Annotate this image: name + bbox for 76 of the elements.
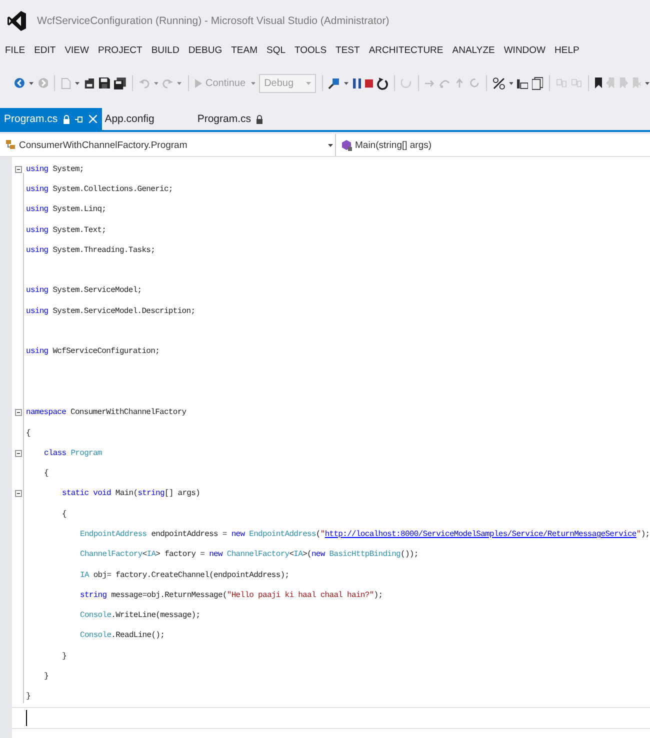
code-line: using System.Text; xyxy=(26,226,106,235)
caret-icon[interactable] xyxy=(645,82,650,84)
menu-item[interactable]: WINDOW xyxy=(504,44,546,56)
caret-icon[interactable] xyxy=(154,82,158,84)
code-line: using System.Linq; xyxy=(26,205,106,214)
menu-item[interactable]: PROJECT xyxy=(98,44,142,56)
file-tab[interactable]: Program.cs xyxy=(193,108,268,130)
code-line: } xyxy=(43,672,48,682)
window-title: WcfServiceConfiguration (Running) - Microsoft Visual Studio (Administrator) xyxy=(37,15,390,27)
stop-icon[interactable] xyxy=(365,78,374,88)
code-line: using WcfServiceConfiguration; xyxy=(26,347,160,356)
code-line: { xyxy=(61,510,66,519)
menu-item[interactable]: VIEW xyxy=(64,44,89,56)
caret-icon[interactable] xyxy=(344,82,349,84)
caret-icon xyxy=(306,82,311,84)
collapse-icon[interactable] xyxy=(15,409,22,416)
code-line: EndpointAddress endpointAddress = new EndpointAddress("http://localhost:8000/ServiceModelSamples/Service/ReturnMessageService"); xyxy=(79,530,650,539)
app-logo-icon xyxy=(7,10,27,32)
code-line: } xyxy=(26,692,30,702)
menu-item[interactable]: FILE xyxy=(5,44,26,56)
code-line: namespace ConsumerWithChannelFactory xyxy=(26,408,186,418)
code-line: Console.ReadLine(); xyxy=(79,631,165,640)
class-icon xyxy=(6,140,16,150)
collapse-icon[interactable] xyxy=(15,450,22,457)
file-tab[interactable]: Program.cs xyxy=(0,108,102,130)
method-icon xyxy=(342,140,352,150)
open-file-icon[interactable] xyxy=(84,76,95,90)
attach-icon[interactable] xyxy=(328,76,340,90)
play-icon xyxy=(195,78,202,88)
code-line: using System.Threading.Tasks; xyxy=(26,246,156,255)
pin-icon[interactable] xyxy=(74,114,84,124)
code-line: ChannelFactory<IA> factory = new ChannelFactory<IA>(new BasicHttpBinding()); xyxy=(79,550,418,560)
close-icon[interactable] xyxy=(88,115,97,123)
collapse-icon[interactable] xyxy=(15,490,22,498)
caret-icon[interactable] xyxy=(250,82,256,84)
code-line: using System; xyxy=(26,164,84,174)
threads-icon[interactable] xyxy=(517,77,528,89)
pause-icon[interactable] xyxy=(352,78,362,88)
code-line: } xyxy=(61,652,66,661)
code-line: { xyxy=(26,428,30,438)
menu-item[interactable]: ARCHITECTURE xyxy=(368,44,444,56)
caret-icon[interactable] xyxy=(75,82,80,84)
text-cursor xyxy=(26,710,27,726)
caret-icon[interactable] xyxy=(28,82,34,84)
back-icon[interactable] xyxy=(14,77,25,89)
bookmark-icon[interactable] xyxy=(594,77,602,89)
code-line: using System.ServiceModel; xyxy=(26,286,142,296)
caret-icon[interactable] xyxy=(508,82,514,84)
code-line: Console.WriteLine(message); xyxy=(79,611,200,620)
menu-item[interactable]: DEBUG xyxy=(188,44,222,56)
menu-item[interactable]: TOOLS xyxy=(294,44,327,56)
save-icon[interactable] xyxy=(98,77,110,89)
file-tab[interactable]: App.config xyxy=(102,108,160,130)
url-link[interactable]: http://localhost:8000/ServiceModelSamples/Service/ReturnMessageService xyxy=(324,530,636,539)
code-line: string message=obj.ReturnMessage("Hello paaji ki haal chaal hain?"); xyxy=(79,590,383,600)
member-dropdown[interactable]: Main(string[] args) xyxy=(336,134,650,156)
restart-icon[interactable] xyxy=(377,76,388,90)
menu-item[interactable]: TEST xyxy=(336,44,360,56)
document-stack-icon[interactable] xyxy=(532,76,544,90)
code-line: IA obj= factory.CreateChannel(endpointAddress); xyxy=(79,570,290,580)
code-line: class Program xyxy=(43,448,102,458)
caret-icon[interactable] xyxy=(177,82,182,84)
menu-item[interactable]: HELP xyxy=(554,44,580,56)
code-line: using System.Collections.Generic; xyxy=(26,184,173,194)
type-dropdown[interactable]: ConsumerWithChannelFactory.Program xyxy=(0,134,336,156)
save-all-icon[interactable] xyxy=(114,76,126,90)
menu-item[interactable]: BUILD xyxy=(151,44,180,56)
code-line: static void Main(string[] args) xyxy=(61,489,200,498)
caret-icon xyxy=(328,144,333,147)
collapse-icon[interactable] xyxy=(15,166,22,173)
code-line: { xyxy=(43,469,48,478)
code-line: using System.ServiceModel.Description; xyxy=(26,306,196,316)
menu-item[interactable]: EDIT xyxy=(34,44,56,56)
menu-item[interactable]: TEAM xyxy=(231,44,258,56)
menu-item[interactable]: ANALYZE xyxy=(452,44,495,56)
menu-item[interactable]: SQL xyxy=(266,44,286,56)
